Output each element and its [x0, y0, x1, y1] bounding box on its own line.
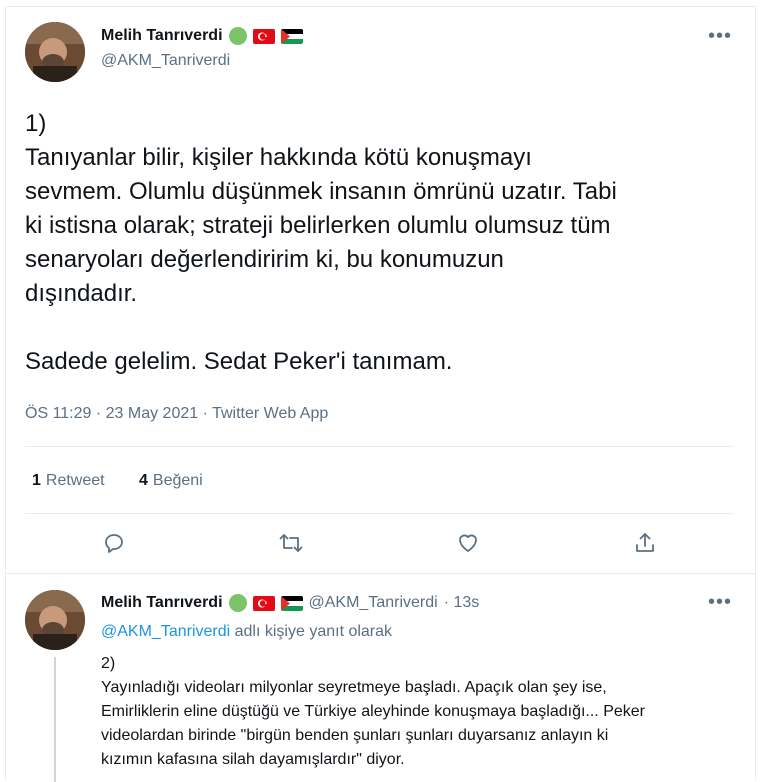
- retweets-stat[interactable]: 1 Retweet: [32, 472, 105, 490]
- share-icon[interactable]: [630, 528, 660, 558]
- status-badge-icon: [228, 27, 247, 45]
- replying-to: @AKM_Tanriverdi adlı kişiye yanıt olarak: [101, 623, 392, 641]
- author-name[interactable]: Melih Tanrıverdi: [101, 27, 223, 45]
- thread-line: [54, 657, 56, 782]
- likes-stat[interactable]: 4 Beğeni: [139, 472, 203, 490]
- retweet-icon[interactable]: [276, 528, 306, 558]
- reply-author-avatar[interactable]: [25, 590, 85, 650]
- divider: [25, 446, 733, 447]
- replying-to-label: adlı kişiye yanıt olarak: [234, 623, 393, 640]
- tweet-text: 1) Tanıyanlar bilir, kişiler hakkında kö…: [25, 110, 617, 375]
- divider: [25, 513, 733, 514]
- divider: [6, 573, 756, 574]
- likes-count: 4: [139, 472, 148, 489]
- author-handle[interactable]: @AKM_Tanriverdi: [101, 52, 230, 70]
- reply-author-name[interactable]: Melih Tanrıverdi: [101, 594, 223, 612]
- more-horizontal-icon[interactable]: •••: [708, 26, 732, 46]
- replying-to-handle[interactable]: @AKM_Tanriverdi: [101, 623, 230, 640]
- turkey-flag-icon: [252, 28, 275, 44]
- palestine-flag-icon: [280, 28, 303, 44]
- more-horizontal-icon[interactable]: •••: [708, 592, 732, 612]
- status-badge-icon: [228, 594, 247, 612]
- tweet-timestamp[interactable]: ÖS 11:29 · 23 May 2021 · Twitter Web App: [25, 405, 328, 423]
- heart-icon[interactable]: [453, 528, 483, 558]
- retweets-count: 1: [32, 472, 41, 489]
- tweet-detail-panel: Melih Tanrıverdi @AKM_Tanriverdi ••• 1) …: [5, 6, 756, 782]
- reply-time[interactable]: · 13s: [444, 594, 480, 612]
- likes-label: Beğeni: [152, 472, 203, 489]
- palestine-flag-icon: [280, 595, 303, 611]
- turkey-flag-icon: [252, 595, 275, 611]
- author-avatar[interactable]: [25, 22, 85, 82]
- reply-author-handle[interactable]: @AKM_Tanriverdi: [309, 594, 438, 612]
- reply-tweet-text: 2) Yayınladığı videoları milyonlar seyre…: [101, 655, 645, 768]
- retweets-label: Retweet: [45, 472, 105, 489]
- reply-icon[interactable]: [99, 528, 129, 558]
